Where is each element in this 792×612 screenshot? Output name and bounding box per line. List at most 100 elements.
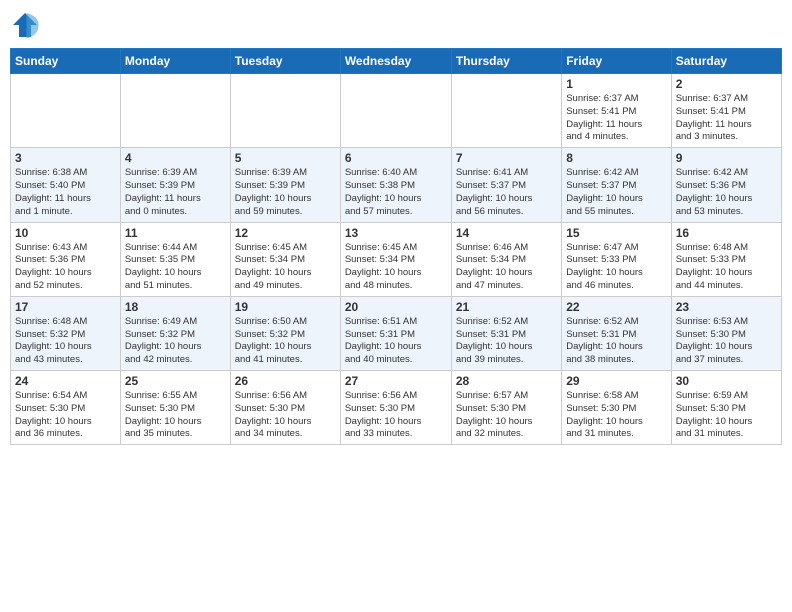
calendar-cell: 20 Sunrise: 6:51 AMSunset: 5:31 PMDayligh… [340, 296, 451, 370]
day-number: 25 [125, 374, 226, 388]
day-number: 1 [566, 77, 666, 91]
day-number: 23 [676, 300, 777, 314]
calendar-cell: 10 Sunrise: 6:43 AMSunset: 5:36 PMDayligh… [11, 222, 121, 296]
day-number: 28 [456, 374, 557, 388]
calendar-cell [451, 74, 561, 148]
calendar-cell: 18Sunrise: 6:49 AMSunset: 5:32 PMDayligh… [120, 296, 230, 370]
day-number: 10 [15, 226, 116, 240]
weekday-header-tuesday: Tuesday [230, 49, 340, 74]
week-row-5: 24 Sunrise: 6:54 AMSunset: 5:30 PMDayligh… [11, 371, 782, 445]
weekday-header-wednesday: Wednesday [340, 49, 451, 74]
cell-info: Sunrise: 6:42 AMSunset: 5:37 PMDaylight:… [566, 167, 666, 218]
week-row-4: 17 Sunrise: 6:48 AMSunset: 5:32 PMDayligh… [11, 296, 782, 370]
cell-info: Sunrise: 6:42 AMSunset: 5:36 PMDaylight:… [676, 167, 777, 218]
calendar-cell: 27Sunrise: 6:56 AMSunset: 5:30 PMDayligh… [340, 371, 451, 445]
day-number: 4 [125, 151, 226, 165]
calendar-cell: 6Sunrise: 6:40 AMSunset: 5:38 PMDaylight… [340, 148, 451, 222]
cell-info: Sunrise: 6:40 AMSunset: 5:38 PMDaylight:… [345, 167, 447, 218]
day-number: 3 [15, 151, 116, 165]
day-number: 26 [235, 374, 336, 388]
weekday-header-row: SundayMondayTuesdayWednesdayThursdayFrid… [11, 49, 782, 74]
day-number: 20 [345, 300, 447, 314]
cell-info: Sunrise: 6:43 AMSunset: 5:36 PMDaylight:… [15, 242, 116, 293]
day-number: 14 [456, 226, 557, 240]
day-number: 13 [345, 226, 447, 240]
calendar-cell: 5 Sunrise: 6:39 AMSunset: 5:39 PMDaylight… [230, 148, 340, 222]
day-number: 7 [456, 151, 557, 165]
calendar-cell: 22Sunrise: 6:52 AMSunset: 5:31 PMDayligh… [562, 296, 671, 370]
cell-info: Sunrise: 6:53 AMSunset: 5:30 PMDaylight:… [676, 316, 777, 367]
calendar-cell: 7 Sunrise: 6:41 AMSunset: 5:37 PMDaylight… [451, 148, 561, 222]
cell-info: Sunrise: 6:55 AMSunset: 5:30 PMDaylight:… [125, 390, 226, 441]
calendar-cell [230, 74, 340, 148]
cell-info: Sunrise: 6:56 AMSunset: 5:30 PMDaylight:… [345, 390, 447, 441]
calendar-cell: 4 Sunrise: 6:39 AMSunset: 5:39 PMDaylight… [120, 148, 230, 222]
logo [10, 10, 42, 40]
calendar-cell: 14Sunrise: 6:46 AMSunset: 5:34 PMDayligh… [451, 222, 561, 296]
day-number: 8 [566, 151, 666, 165]
week-row-3: 10 Sunrise: 6:43 AMSunset: 5:36 PMDayligh… [11, 222, 782, 296]
weekday-header-friday: Friday [562, 49, 671, 74]
cell-info: Sunrise: 6:37 AMSunset: 5:41 PMDaylight:… [566, 93, 666, 144]
cell-info: Sunrise: 6:37 AMSunset: 5:41 PMDaylight:… [676, 93, 777, 144]
calendar-cell: 8 Sunrise: 6:42 AMSunset: 5:37 PMDaylight… [562, 148, 671, 222]
cell-info: Sunrise: 6:47 AMSunset: 5:33 PMDaylight:… [566, 242, 666, 293]
calendar-cell [340, 74, 451, 148]
cell-info: Sunrise: 6:45 AMSunset: 5:34 PMDaylight:… [235, 242, 336, 293]
header [10, 10, 782, 40]
calendar-cell: 23 Sunrise: 6:53 AMSunset: 5:30 PMDayligh… [671, 296, 781, 370]
day-number: 17 [15, 300, 116, 314]
calendar-cell [11, 74, 121, 148]
day-number: 19 [235, 300, 336, 314]
calendar-cell: 13 Sunrise: 6:45 AMSunset: 5:34 PMDayligh… [340, 222, 451, 296]
cell-info: Sunrise: 6:48 AMSunset: 5:33 PMDaylight:… [676, 242, 777, 293]
calendar-cell: 15 Sunrise: 6:47 AMSunset: 5:33 PMDayligh… [562, 222, 671, 296]
day-number: 15 [566, 226, 666, 240]
cell-info: Sunrise: 6:50 AMSunset: 5:32 PMDaylight:… [235, 316, 336, 367]
cell-info: Sunrise: 6:44 AMSunset: 5:35 PMDaylight:… [125, 242, 226, 293]
cell-info: Sunrise: 6:45 AMSunset: 5:34 PMDaylight:… [345, 242, 447, 293]
cell-info: Sunrise: 6:56 AMSunset: 5:30 PMDaylight:… [235, 390, 336, 441]
page: SundayMondayTuesdayWednesdayThursdayFrid… [0, 0, 792, 612]
cell-info: Sunrise: 6:51 AMSunset: 5:31 PMDaylight:… [345, 316, 447, 367]
weekday-header-saturday: Saturday [671, 49, 781, 74]
day-number: 16 [676, 226, 777, 240]
calendar-cell: 21Sunrise: 6:52 AMSunset: 5:31 PMDayligh… [451, 296, 561, 370]
cell-info: Sunrise: 6:57 AMSunset: 5:30 PMDaylight:… [456, 390, 557, 441]
day-number: 30 [676, 374, 777, 388]
day-number: 11 [125, 226, 226, 240]
calendar-cell: 30 Sunrise: 6:59 AMSunset: 5:30 PMDayligh… [671, 371, 781, 445]
calendar-cell: 3 Sunrise: 6:38 AMSunset: 5:40 PMDaylight… [11, 148, 121, 222]
calendar-cell: 16 Sunrise: 6:48 AMSunset: 5:33 PMDayligh… [671, 222, 781, 296]
cell-info: Sunrise: 6:54 AMSunset: 5:30 PMDaylight:… [15, 390, 116, 441]
calendar: SundayMondayTuesdayWednesdayThursdayFrid… [10, 48, 782, 445]
cell-info: Sunrise: 6:39 AMSunset: 5:39 PMDaylight:… [125, 167, 226, 218]
cell-info: Sunrise: 6:38 AMSunset: 5:40 PMDaylight:… [15, 167, 116, 218]
cell-info: Sunrise: 6:52 AMSunset: 5:31 PMDaylight:… [566, 316, 666, 367]
calendar-cell: 28 Sunrise: 6:57 AMSunset: 5:30 PMDayligh… [451, 371, 561, 445]
cell-info: Sunrise: 6:49 AMSunset: 5:32 PMDaylight:… [125, 316, 226, 367]
cell-info: Sunrise: 6:58 AMSunset: 5:30 PMDaylight:… [566, 390, 666, 441]
cell-info: Sunrise: 6:59 AMSunset: 5:30 PMDaylight:… [676, 390, 777, 441]
day-number: 21 [456, 300, 557, 314]
cell-info: Sunrise: 6:48 AMSunset: 5:32 PMDaylight:… [15, 316, 116, 367]
calendar-cell [120, 74, 230, 148]
calendar-cell: 19 Sunrise: 6:50 AMSunset: 5:32 PMDayligh… [230, 296, 340, 370]
calendar-cell: 9Sunrise: 6:42 AMSunset: 5:36 PMDaylight… [671, 148, 781, 222]
week-row-1: 1 Sunrise: 6:37 AMSunset: 5:41 PMDaylight… [11, 74, 782, 148]
calendar-cell: 17 Sunrise: 6:48 AMSunset: 5:32 PMDayligh… [11, 296, 121, 370]
weekday-header-sunday: Sunday [11, 49, 121, 74]
day-number: 24 [15, 374, 116, 388]
day-number: 2 [676, 77, 777, 91]
logo-icon [10, 10, 40, 40]
day-number: 5 [235, 151, 336, 165]
calendar-cell: 1 Sunrise: 6:37 AMSunset: 5:41 PMDaylight… [562, 74, 671, 148]
calendar-cell: 12 Sunrise: 6:45 AMSunset: 5:34 PMDayligh… [230, 222, 340, 296]
calendar-cell: 25 Sunrise: 6:55 AMSunset: 5:30 PMDayligh… [120, 371, 230, 445]
calendar-cell: 2 Sunrise: 6:37 AMSunset: 5:41 PMDaylight… [671, 74, 781, 148]
calendar-cell: 24 Sunrise: 6:54 AMSunset: 5:30 PMDayligh… [11, 371, 121, 445]
calendar-cell: 11 Sunrise: 6:44 AMSunset: 5:35 PMDayligh… [120, 222, 230, 296]
cell-info: Sunrise: 6:41 AMSunset: 5:37 PMDaylight:… [456, 167, 557, 218]
cell-info: Sunrise: 6:39 AMSunset: 5:39 PMDaylight:… [235, 167, 336, 218]
day-number: 12 [235, 226, 336, 240]
